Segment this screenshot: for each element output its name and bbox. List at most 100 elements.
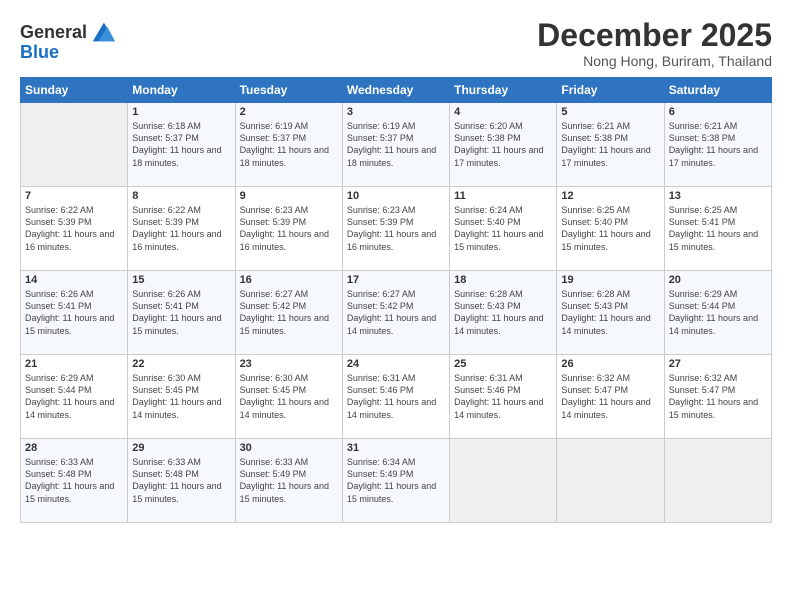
calendar-cell: 5 Sunrise: 6:21 AMSunset: 5:38 PMDaylight… xyxy=(557,103,664,187)
calendar-cell: 7Sunrise: 6:22 AMSunset: 5:39 PMDaylight… xyxy=(21,187,128,271)
calendar-cell: 28 Sunrise: 6:33 AMSunset: 5:48 PMDayligh… xyxy=(21,439,128,523)
day-number: 6 xyxy=(669,106,767,118)
day-header-thursday: Thursday xyxy=(450,78,557,103)
calendar: SundayMondayTuesdayWednesdayThursdayFrid… xyxy=(20,77,772,523)
day-number: 2 xyxy=(240,106,338,118)
cell-content: Sunrise: 6:30 AMSunset: 5:45 PMDaylight:… xyxy=(132,372,230,421)
day-number: 26 xyxy=(561,358,659,370)
day-number: 19 xyxy=(561,274,659,286)
title-block: December 2025 Nong Hong, Buriram, Thaila… xyxy=(537,18,772,69)
day-number: 8 xyxy=(132,190,230,202)
calendar-cell: 19 Sunrise: 6:28 AMSunset: 5:43 PMDayligh… xyxy=(557,271,664,355)
calendar-cell xyxy=(664,439,771,523)
day-header-saturday: Saturday xyxy=(664,78,771,103)
cell-content: Sunrise: 6:34 AMSunset: 5:49 PMDaylight:… xyxy=(347,456,445,505)
day-number: 29 xyxy=(132,442,230,454)
day-number: 13 xyxy=(669,190,767,202)
cell-content: Sunrise: 6:25 AMSunset: 5:40 PMDaylight:… xyxy=(561,204,659,253)
calendar-cell: 25 Sunrise: 6:31 AMSunset: 5:46 PMDayligh… xyxy=(450,355,557,439)
cell-content: Sunrise: 6:32 AMSunset: 5:47 PMDaylight:… xyxy=(561,372,659,421)
calendar-cell: 20 Sunrise: 6:29 AMSunset: 5:44 PMDayligh… xyxy=(664,271,771,355)
day-number: 28 xyxy=(25,442,123,454)
month-title: December 2025 xyxy=(537,18,772,53)
day-number: 23 xyxy=(240,358,338,370)
location: Nong Hong, Buriram, Thailand xyxy=(537,53,772,69)
calendar-cell: 16 Sunrise: 6:27 AMSunset: 5:42 PMDayligh… xyxy=(235,271,342,355)
cell-content: Sunrise: 6:18 AMSunset: 5:37 PMDaylight:… xyxy=(132,120,230,169)
day-number: 30 xyxy=(240,442,338,454)
calendar-cell xyxy=(21,103,128,187)
calendar-cell: 4Sunrise: 6:20 AMSunset: 5:38 PMDaylight… xyxy=(450,103,557,187)
cell-content: Sunrise: 6:22 AMSunset: 5:39 PMDaylight:… xyxy=(132,204,230,253)
calendar-cell: 27 Sunrise: 6:32 AMSunset: 5:47 PMDayligh… xyxy=(664,355,771,439)
cell-content: Sunrise: 6:31 AMSunset: 5:46 PMDaylight:… xyxy=(454,372,552,421)
calendar-cell: 14Sunrise: 6:26 AMSunset: 5:41 PMDayligh… xyxy=(21,271,128,355)
cell-content: Sunrise: 6:25 AMSunset: 5:41 PMDaylight:… xyxy=(669,204,767,253)
calendar-cell: 17 Sunrise: 6:27 AMSunset: 5:42 PMDayligh… xyxy=(342,271,449,355)
cell-content: Sunrise: 6:33 AMSunset: 5:48 PMDaylight:… xyxy=(25,456,123,505)
cell-content: Sunrise: 6:26 AMSunset: 5:41 PMDaylight:… xyxy=(25,288,123,337)
calendar-cell: 13 Sunrise: 6:25 AMSunset: 5:41 PMDayligh… xyxy=(664,187,771,271)
cell-content: Sunrise: 6:28 AMSunset: 5:43 PMDaylight:… xyxy=(561,288,659,337)
day-number: 25 xyxy=(454,358,552,370)
calendar-cell: 1 Sunrise: 6:18 AMSunset: 5:37 PMDaylight… xyxy=(128,103,235,187)
day-number: 5 xyxy=(561,106,659,118)
day-number: 11 xyxy=(454,190,552,202)
day-number: 22 xyxy=(132,358,230,370)
logo: General Blue xyxy=(20,18,117,63)
day-header-tuesday: Tuesday xyxy=(235,78,342,103)
day-number: 3 xyxy=(347,106,445,118)
day-header-monday: Monday xyxy=(128,78,235,103)
day-number: 24 xyxy=(347,358,445,370)
calendar-cell: 22 Sunrise: 6:30 AMSunset: 5:45 PMDayligh… xyxy=(128,355,235,439)
day-number: 7 xyxy=(25,190,123,202)
calendar-cell: 2 Sunrise: 6:19 AMSunset: 5:37 PMDaylight… xyxy=(235,103,342,187)
calendar-cell: 21 Sunrise: 6:29 AMSunset: 5:44 PMDayligh… xyxy=(21,355,128,439)
day-number: 1 xyxy=(132,106,230,118)
calendar-cell: 24 Sunrise: 6:31 AMSunset: 5:46 PMDayligh… xyxy=(342,355,449,439)
day-number: 16 xyxy=(240,274,338,286)
day-number: 9 xyxy=(240,190,338,202)
cell-content: Sunrise: 6:21 AMSunset: 5:38 PMDaylight:… xyxy=(561,120,659,169)
day-number: 20 xyxy=(669,274,767,286)
cell-content: Sunrise: 6:19 AMSunset: 5:37 PMDaylight:… xyxy=(240,120,338,169)
cell-content: Sunrise: 6:33 AMSunset: 5:49 PMDaylight:… xyxy=(240,456,338,505)
day-number: 15 xyxy=(132,274,230,286)
calendar-cell: 23 Sunrise: 6:30 AMSunset: 5:45 PMDayligh… xyxy=(235,355,342,439)
calendar-cell: 29 Sunrise: 6:33 AMSunset: 5:48 PMDayligh… xyxy=(128,439,235,523)
cell-content: Sunrise: 6:29 AMSunset: 5:44 PMDaylight:… xyxy=(25,372,123,421)
cell-content: Sunrise: 6:19 AMSunset: 5:37 PMDaylight:… xyxy=(347,120,445,169)
calendar-cell xyxy=(450,439,557,523)
logo-icon xyxy=(89,18,117,46)
calendar-cell: 18Sunrise: 6:28 AMSunset: 5:43 PMDayligh… xyxy=(450,271,557,355)
day-number: 4 xyxy=(454,106,552,118)
calendar-cell xyxy=(557,439,664,523)
calendar-cell: 6 Sunrise: 6:21 AMSunset: 5:38 PMDaylight… xyxy=(664,103,771,187)
calendar-cell: 31Sunrise: 6:34 AMSunset: 5:49 PMDayligh… xyxy=(342,439,449,523)
day-number: 17 xyxy=(347,274,445,286)
cell-content: Sunrise: 6:21 AMSunset: 5:38 PMDaylight:… xyxy=(669,120,767,169)
cell-content: Sunrise: 6:26 AMSunset: 5:41 PMDaylight:… xyxy=(132,288,230,337)
cell-content: Sunrise: 6:32 AMSunset: 5:47 PMDaylight:… xyxy=(669,372,767,421)
cell-content: Sunrise: 6:23 AMSunset: 5:39 PMDaylight:… xyxy=(240,204,338,253)
calendar-cell: 3 Sunrise: 6:19 AMSunset: 5:37 PMDaylight… xyxy=(342,103,449,187)
cell-content: Sunrise: 6:27 AMSunset: 5:42 PMDaylight:… xyxy=(240,288,338,337)
cell-content: Sunrise: 6:23 AMSunset: 5:39 PMDaylight:… xyxy=(347,204,445,253)
cell-content: Sunrise: 6:27 AMSunset: 5:42 PMDaylight:… xyxy=(347,288,445,337)
calendar-cell: 30 Sunrise: 6:33 AMSunset: 5:49 PMDayligh… xyxy=(235,439,342,523)
header: General Blue December 2025 Nong Hong, Bu… xyxy=(20,18,772,69)
day-number: 27 xyxy=(669,358,767,370)
day-number: 21 xyxy=(25,358,123,370)
logo-general-text: General xyxy=(20,22,87,43)
day-header-wednesday: Wednesday xyxy=(342,78,449,103)
calendar-cell: 9 Sunrise: 6:23 AMSunset: 5:39 PMDaylight… xyxy=(235,187,342,271)
cell-content: Sunrise: 6:30 AMSunset: 5:45 PMDaylight:… xyxy=(240,372,338,421)
calendar-cell: 10Sunrise: 6:23 AMSunset: 5:39 PMDayligh… xyxy=(342,187,449,271)
calendar-cell: 12Sunrise: 6:25 AMSunset: 5:40 PMDayligh… xyxy=(557,187,664,271)
cell-content: Sunrise: 6:33 AMSunset: 5:48 PMDaylight:… xyxy=(132,456,230,505)
cell-content: Sunrise: 6:31 AMSunset: 5:46 PMDaylight:… xyxy=(347,372,445,421)
calendar-cell: 15 Sunrise: 6:26 AMSunset: 5:41 PMDayligh… xyxy=(128,271,235,355)
calendar-cell: 11 Sunrise: 6:24 AMSunset: 5:40 PMDayligh… xyxy=(450,187,557,271)
cell-content: Sunrise: 6:29 AMSunset: 5:44 PMDaylight:… xyxy=(669,288,767,337)
cell-content: Sunrise: 6:24 AMSunset: 5:40 PMDaylight:… xyxy=(454,204,552,253)
